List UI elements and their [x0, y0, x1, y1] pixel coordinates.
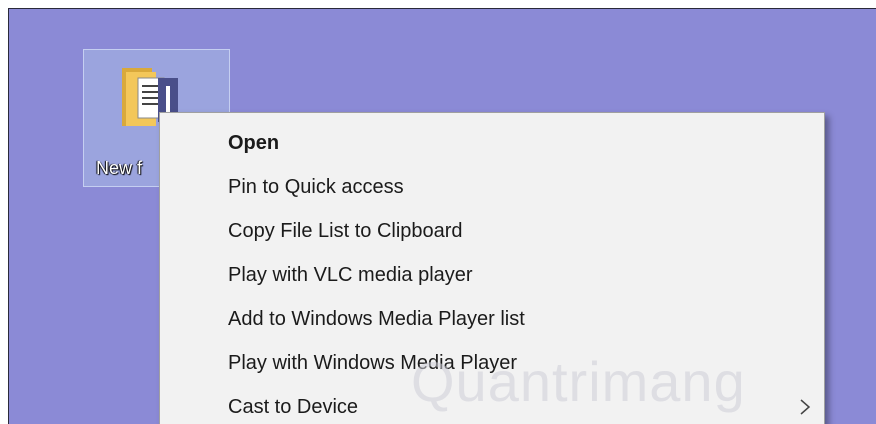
menu-item-label: Open [228, 132, 280, 154]
menu-item-pin-to-quick-access[interactable]: Pin to Quick access [160, 166, 824, 208]
desktop: New f Open Pin to Quick access Copy File… [8, 8, 876, 424]
menu-item-copy-file-list[interactable]: Copy File List to Clipboard [160, 210, 824, 252]
menu-item-label: Pin to Quick access [228, 176, 404, 198]
menu-item-open[interactable]: Open [160, 122, 824, 164]
menu-item-label: Cast to Device [228, 396, 359, 418]
menu-item-add-to-wmp-list[interactable]: Add to Windows Media Player list [160, 298, 824, 340]
watermark: Quantrimang [411, 350, 746, 413]
folder-label: New f [96, 158, 143, 178]
menu-item-label: Add to Windows Media Player list [228, 308, 525, 330]
menu-item-label: Play with VLC media player [228, 264, 473, 286]
menu-item-play-with-vlc[interactable]: Play with VLC media player [160, 254, 824, 296]
chevron-right-icon [800, 399, 811, 415]
menu-item-label: Copy File List to Clipboard [228, 220, 463, 242]
